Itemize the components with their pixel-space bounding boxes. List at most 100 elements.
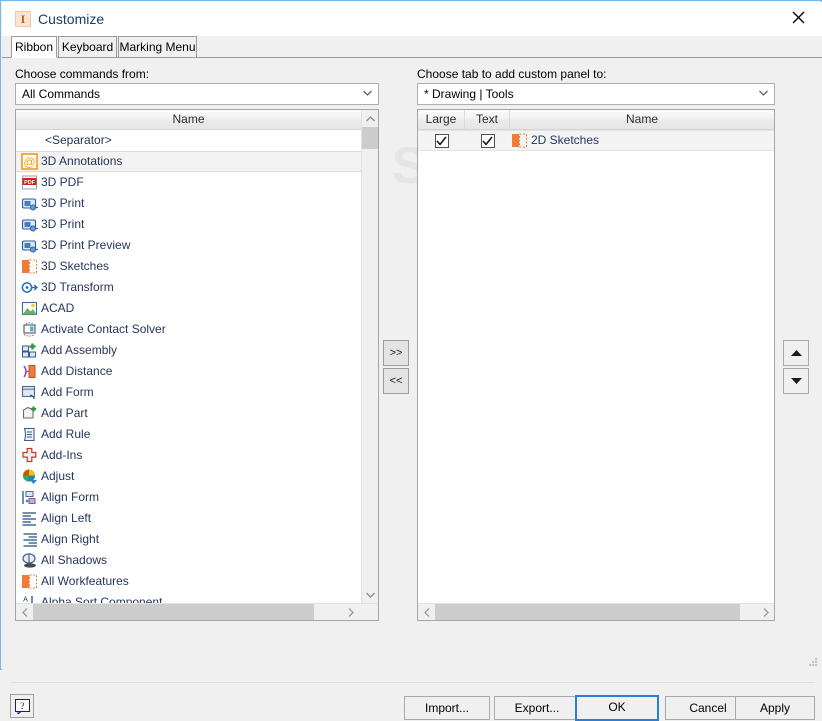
list-item[interactable]: Add-Ins [16, 445, 361, 466]
pdf-icon: PDF [21, 174, 38, 191]
add-ins-icon [21, 447, 38, 464]
list-item[interactable]: Adjust [16, 466, 361, 487]
list-item-label: Align Form [41, 490, 100, 504]
scroll-up-icon[interactable] [362, 110, 378, 127]
list-item[interactable]: 3D Transform [16, 277, 361, 298]
export-button[interactable]: Export... [494, 696, 580, 720]
list-item[interactable]: All Workfeatures [16, 571, 361, 592]
list-item[interactable]: Align Form [16, 487, 361, 508]
text-checkbox-cell[interactable] [465, 133, 510, 148]
panel-tree-rows: 2D Sketches [418, 130, 774, 151]
column-header-name: Name [625, 112, 658, 126]
dialog-body: SOFTPEDIA Choose commands from: All Comm… [2, 58, 822, 721]
list-item-label: ACAD [41, 301, 75, 315]
apply-button[interactable]: Apply [735, 696, 815, 720]
resize-grip[interactable] [806, 655, 818, 667]
footer-divider [11, 682, 815, 683]
acad-icon [21, 300, 38, 317]
add-rule-icon [21, 426, 38, 443]
panel-tree-hscrollbar[interactable] [418, 603, 774, 620]
remove-from-panel-button[interactable]: << [383, 368, 409, 394]
large-checkbox-cell[interactable] [418, 133, 465, 148]
table-row[interactable]: 2D Sketches [418, 130, 774, 151]
hscroll-thumb[interactable] [33, 604, 314, 620]
help-button[interactable]: ? [10, 694, 34, 718]
list-item[interactable]: Align Right [16, 529, 361, 550]
list-item-label: 3D Print [41, 217, 85, 231]
import-button[interactable]: Import... [404, 696, 490, 720]
scroll-left-icon[interactable] [16, 604, 33, 620]
triangle-down-icon [790, 378, 802, 384]
checkbox[interactable] [434, 133, 449, 148]
list-item[interactable]: @3D Annotations [16, 151, 361, 172]
list-item-label: Align Left [41, 511, 92, 525]
list-item-label: Add Distance [41, 364, 113, 378]
add-part-icon [21, 405, 38, 422]
sketch-icon [511, 132, 528, 149]
commands-list-hscrollbar[interactable] [16, 603, 378, 620]
tab-ribbon[interactable]: Ribbon [11, 36, 57, 58]
inventor-logo-icon: I [15, 11, 31, 27]
list-item[interactable]: <Separator> [16, 130, 361, 151]
add-to-panel-button[interactable]: >> [383, 340, 409, 366]
list-item[interactable]: Align Left [16, 508, 361, 529]
all-shadows-icon [21, 552, 38, 569]
scroll-right-icon[interactable] [342, 604, 359, 620]
scroll-left-icon[interactable] [418, 604, 435, 620]
transform-icon [21, 279, 39, 296]
choose-tab-label: Choose tab to add custom panel to: [417, 67, 607, 81]
alpha-sort-icon: AZ [21, 594, 38, 603]
list-item[interactable]: 3D Print [16, 193, 361, 214]
list-item[interactable]: PDF 3D PDF [16, 172, 361, 193]
list-item[interactable]: ACAD [16, 298, 361, 319]
list-item[interactable]: 3D Print [16, 214, 361, 235]
hscroll-thumb[interactable] [435, 604, 740, 620]
commands-list-vscrollbar[interactable] [361, 110, 378, 603]
list-item-label: Add Assembly [41, 343, 118, 357]
list-item-label: All Shadows [41, 553, 108, 567]
checkbox[interactable] [480, 133, 495, 148]
panel-tree[interactable]: Large Text Name 2D Sketches [417, 109, 775, 621]
list-item[interactable]: All Shadows [16, 550, 361, 571]
list-item[interactable]: Add Form [16, 382, 361, 403]
panel-name-label: 2D Sketches [531, 133, 600, 147]
move-down-button[interactable] [783, 368, 809, 394]
list-item[interactable]: 3D Sketches [16, 256, 361, 277]
printer-preview-icon [21, 237, 38, 254]
list-item[interactable]: Add Assembly [16, 340, 361, 361]
list-item[interactable]: Add Rule [16, 424, 361, 445]
close-icon[interactable] [776, 2, 821, 32]
title-bar: I Customize [2, 2, 822, 36]
workfeatures-icon [21, 573, 38, 590]
column-header-text: Text [465, 110, 510, 129]
annotation-at-icon: @ [21, 153, 38, 170]
tab-keyboard[interactable]: Keyboard [58, 36, 117, 58]
list-item[interactable]: AZAlpha Sort Component [16, 592, 361, 603]
list-item-label: 3D Print [41, 196, 85, 210]
list-item-label: Align Right [41, 532, 100, 546]
list-item[interactable]: Activate Contact Solver [16, 319, 361, 340]
vscroll-thumb[interactable] [362, 127, 378, 149]
commands-listbox[interactable]: Name <Separator> @3D Annotations PDF 3D PDF… [15, 109, 379, 621]
list-item[interactable]: Add Part [16, 403, 361, 424]
scroll-right-icon[interactable] [757, 604, 774, 620]
ok-button[interactable]: OK [575, 695, 659, 721]
commands-list-header: Name [16, 110, 361, 130]
commands-list-rows: <Separator> @3D Annotations PDF 3D PDF 3D Pr… [16, 130, 361, 603]
add-form-icon [21, 384, 38, 401]
list-item-label: 3D Annotations [41, 154, 123, 168]
list-item-label: All Workfeatures [41, 574, 129, 588]
list-item-label: 3D Print Preview [41, 238, 131, 252]
move-up-button[interactable] [783, 340, 809, 366]
scroll-down-icon[interactable] [362, 586, 378, 603]
list-item-label: Adjust [41, 469, 75, 483]
add-distance-icon [21, 363, 38, 380]
target-tab-dropdown[interactable]: * Drawing | Tools [417, 83, 775, 105]
commands-source-dropdown[interactable]: All Commands [15, 83, 379, 105]
list-item-label: <Separator> [45, 133, 112, 147]
list-item[interactable]: Add Distance [16, 361, 361, 382]
list-item[interactable]: 3D Print Preview [16, 235, 361, 256]
list-item-label: Activate Contact Solver [41, 322, 166, 336]
list-item-label: Add Form [41, 385, 94, 399]
tab-marking-menu[interactable]: Marking Menu [118, 36, 197, 58]
